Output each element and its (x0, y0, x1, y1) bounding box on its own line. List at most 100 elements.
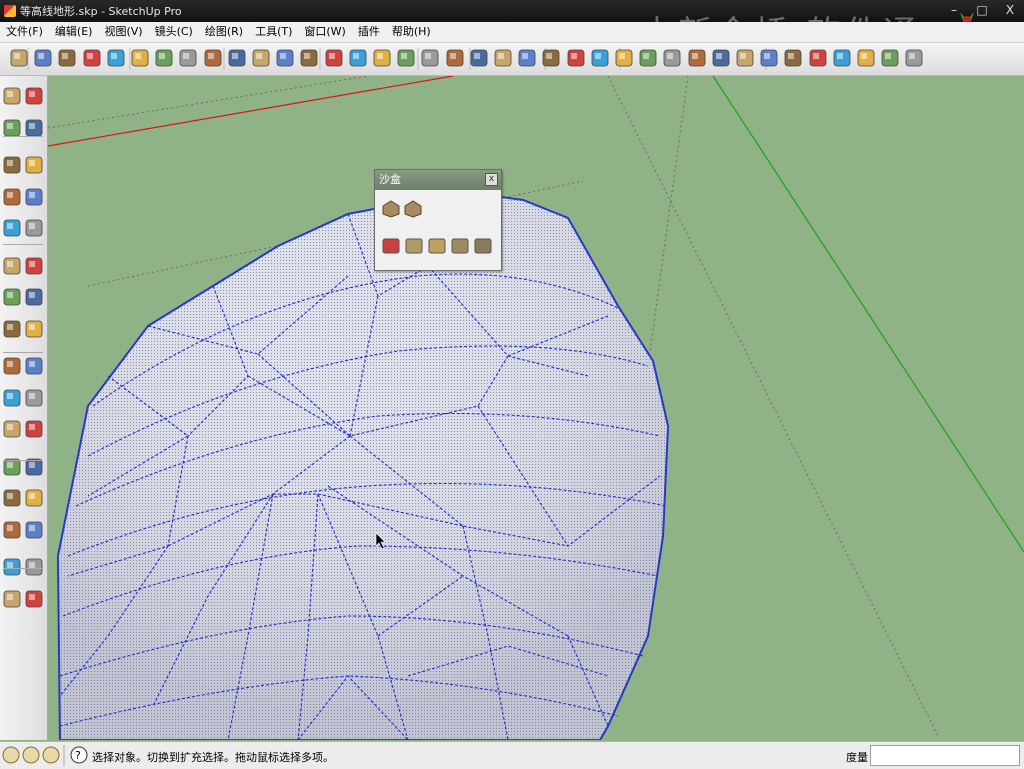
left-eraser-icon[interactable] (24, 118, 44, 138)
menu-camera[interactable]: 镜头(C) (149, 22, 199, 42)
left-freehand-icon[interactable] (24, 218, 44, 238)
flip-edge-icon[interactable] (473, 236, 493, 256)
smoove-icon[interactable] (381, 236, 401, 256)
left-zoom-extents-icon[interactable] (24, 520, 44, 540)
left-move-icon[interactable] (2, 256, 22, 276)
left-polygon-icon[interactable] (2, 218, 22, 238)
left-offset-icon[interactable] (24, 319, 44, 339)
rectangle-icon[interactable] (56, 47, 78, 69)
left-scale-icon[interactable] (2, 319, 22, 339)
left-paint-bucket-icon[interactable] (2, 118, 22, 138)
menu-tools[interactable]: 工具(T) (249, 22, 298, 42)
left-look-around-icon[interactable] (24, 557, 44, 577)
status-bar: ? 选择对象。切换到扩充选择。拖动鼠标选择多项。 度量 (0, 741, 1024, 769)
menu-help[interactable]: 帮助(H) (386, 22, 437, 42)
eraser-icon[interactable] (153, 47, 175, 69)
push-pull-icon[interactable] (226, 47, 248, 69)
drape-icon[interactable] (427, 236, 447, 256)
orbit-icon[interactable] (323, 47, 345, 69)
left-position-camera-icon[interactable] (2, 557, 22, 577)
sandbox-close-button[interactable]: x (485, 173, 498, 186)
status-message: 选择对象。切换到扩充选择。拖动鼠标选择多项。 (92, 751, 334, 764)
menu-edit[interactable]: 编辑(E) (49, 22, 99, 42)
sandbox-toolbar: 沙盒 x (374, 169, 502, 271)
make-component-icon[interactable] (129, 47, 151, 69)
menu-window[interactable]: 窗口(W) (298, 22, 351, 42)
model-viewport[interactable] (48, 76, 1024, 740)
terrain-mesh[interactable] (56, 192, 670, 740)
left-dimension-icon[interactable] (24, 356, 44, 376)
left-push-pull-icon[interactable] (24, 256, 44, 276)
hidden-line-icon[interactable] (831, 47, 853, 69)
left-arc-icon[interactable] (24, 187, 44, 207)
scene-canvas[interactable] (48, 76, 1024, 740)
monochrome-icon[interactable] (903, 47, 925, 69)
left-toolbar-separator (3, 460, 43, 461)
left-section-plane-icon[interactable] (24, 589, 44, 609)
top-view-icon[interactable] (661, 47, 683, 69)
left-text-icon[interactable] (24, 388, 44, 408)
xray-icon[interactable] (782, 47, 804, 69)
left-protractor-icon[interactable] (2, 388, 22, 408)
measurements-label: 度量 (846, 751, 868, 764)
shaded-textures-icon[interactable] (879, 47, 901, 69)
svg-text:?: ? (75, 749, 81, 762)
wireframe-icon[interactable] (807, 47, 829, 69)
left-axes-icon[interactable] (2, 419, 22, 439)
move-icon[interactable] (250, 47, 272, 69)
shaded-icon[interactable] (855, 47, 877, 69)
left-circle-icon[interactable] (2, 187, 22, 207)
left-3d-text-icon[interactable] (24, 419, 44, 439)
stamp-icon[interactable] (404, 236, 424, 256)
share-model-icon[interactable] (492, 47, 514, 69)
rotate-icon[interactable] (274, 47, 296, 69)
zoom-icon[interactable] (371, 47, 393, 69)
menu-file[interactable]: 文件(F) (0, 22, 49, 42)
from-contours-icon[interactable] (381, 198, 401, 218)
left-zoom-icon[interactable] (2, 488, 22, 508)
menu-plugins[interactable]: 插件 (352, 22, 386, 42)
iso-view-icon[interactable] (637, 47, 659, 69)
left-zoom-window-icon[interactable] (24, 488, 44, 508)
previous-view-icon[interactable] (419, 47, 441, 69)
front-view-icon[interactable] (686, 47, 708, 69)
photo-textures-icon[interactable] (613, 47, 635, 69)
left-toolbar-separator (3, 244, 43, 245)
status-icons: ? (2, 745, 88, 766)
select-icon[interactable] (8, 47, 30, 69)
arc-icon[interactable] (105, 47, 127, 69)
left-select-icon[interactable] (2, 86, 22, 106)
from-scratch-icon[interactable] (403, 198, 423, 218)
pan-icon[interactable] (347, 47, 369, 69)
google-earth-icon[interactable] (540, 47, 562, 69)
next-view-icon[interactable] (444, 47, 466, 69)
paint-bucket-icon[interactable] (202, 47, 224, 69)
add-location-icon[interactable] (565, 47, 587, 69)
left-previous-icon[interactable] (2, 520, 22, 540)
pencil-icon[interactable] (32, 47, 54, 69)
left-rectangle-icon[interactable] (2, 155, 22, 175)
left-walk-icon[interactable] (2, 589, 22, 609)
left-rotate-icon[interactable] (2, 287, 22, 307)
menu-view[interactable]: 视图(V) (98, 22, 148, 42)
left-line-icon[interactable] (24, 155, 44, 175)
close-button[interactable]: X (996, 0, 1024, 22)
main-toolbar (0, 43, 1024, 76)
left-make-component-icon[interactable] (24, 86, 44, 106)
toggle-terrain-icon[interactable] (589, 47, 611, 69)
left-tape-measure-icon[interactable] (2, 356, 22, 376)
sandbox-header[interactable]: 沙盒 x (375, 170, 501, 190)
get-models-icon[interactable] (468, 47, 490, 69)
back-view-icon[interactable] (734, 47, 756, 69)
follow-me-icon[interactable] (298, 47, 320, 69)
measurements-input[interactable] (870, 745, 1020, 766)
circle-icon[interactable] (81, 47, 103, 69)
menu-draw[interactable]: 绘图(R) (199, 22, 249, 42)
share-component-icon[interactable] (516, 47, 538, 69)
left-follow-me-icon[interactable] (24, 287, 44, 307)
zoom-extents-icon[interactable] (395, 47, 417, 69)
tape-icon[interactable] (177, 47, 199, 69)
add-detail-icon[interactable] (450, 236, 470, 256)
left-view-icon[interactable] (758, 47, 780, 69)
right-view-icon[interactable] (710, 47, 732, 69)
